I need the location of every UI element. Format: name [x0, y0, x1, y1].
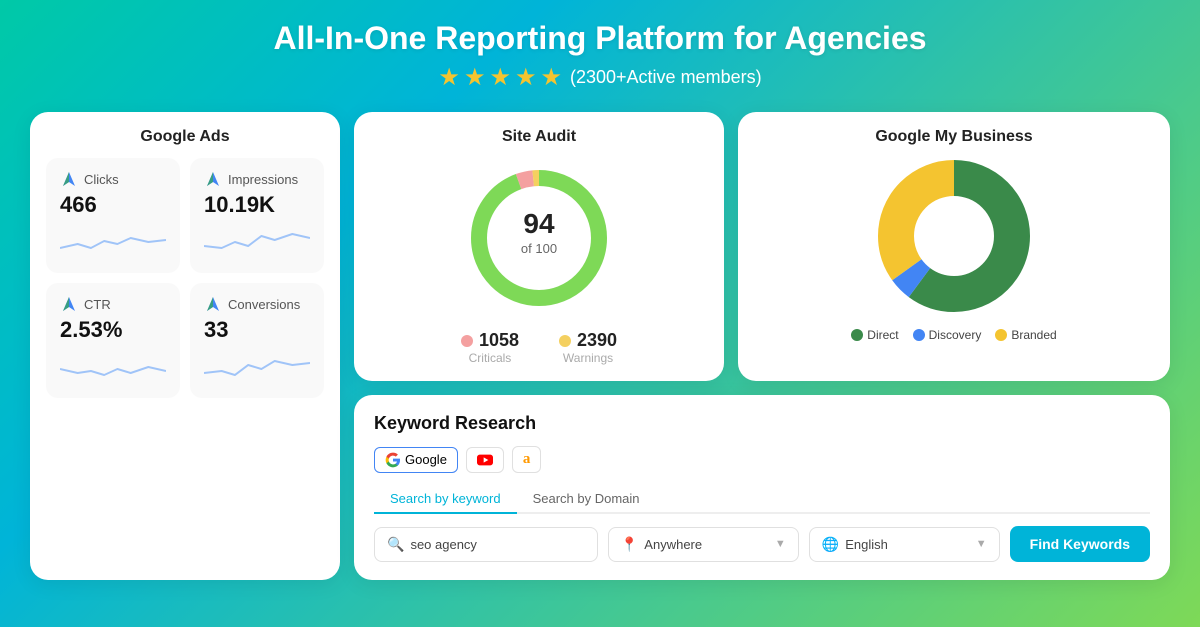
svg-text:of 100: of 100: [521, 241, 557, 256]
legend-dot-direct: [851, 329, 863, 341]
gmb-title: Google My Business: [754, 128, 1154, 146]
warnings-label: Warnings: [559, 351, 617, 365]
search-tabs: Search by keyword Search by Domain: [374, 485, 1150, 514]
impressions-value: 10.19K: [204, 192, 310, 218]
star-4: ★: [515, 63, 537, 92]
ctr-value: 2.53%: [60, 317, 166, 343]
audit-stats: 1058 Criticals 2390 Warnings: [370, 330, 708, 365]
criticals-stat: 1058 Criticals: [461, 330, 519, 365]
legend-label-branded: Branded: [1011, 328, 1056, 342]
svg-text:94: 94: [523, 208, 555, 239]
google-ads-icon-clicks: [60, 170, 78, 188]
warnings-value: 2390: [577, 330, 617, 351]
youtube-engine-btn[interactable]: [466, 447, 504, 473]
clicks-value: 466: [60, 192, 166, 218]
star-5: ★: [540, 63, 562, 92]
keyword-research-title: Keyword Research: [374, 413, 1150, 434]
site-audit-donut-container: 94 of 100: [370, 158, 708, 318]
location-icon: 📍: [621, 536, 638, 553]
star-3: ★: [489, 63, 511, 92]
gmb-legend: Direct Discovery Branded: [754, 328, 1154, 342]
google-ads-icon-ctr: [60, 295, 78, 313]
google-engine-label: Google: [405, 452, 447, 467]
ctr-label: CTR: [60, 295, 166, 313]
page-wrapper: All-In-One Reporting Platform for Agenci…: [0, 0, 1200, 627]
criticals-value: 1058: [479, 330, 519, 351]
impressions-label: Impressions: [204, 170, 310, 188]
legend-label-direct: Direct: [867, 328, 898, 342]
legend-discovery: Discovery: [913, 328, 982, 342]
conversions-metric: Conversions 33: [190, 283, 324, 398]
hero-subtitle: ★ ★ ★ ★ ★ (2300+Active members): [438, 63, 761, 92]
language-icon: 🌐: [822, 536, 839, 553]
search-icon: 🔍: [387, 536, 404, 553]
location-chevron-icon: ▼: [775, 538, 786, 550]
keyword-input[interactable]: [410, 537, 584, 552]
youtube-icon: [477, 452, 493, 468]
legend-label-discovery: Discovery: [929, 328, 982, 342]
star-rating: ★ ★ ★ ★ ★: [438, 63, 562, 92]
clicks-sparkline: [60, 226, 166, 256]
conversions-sparkline: [204, 351, 310, 381]
keyword-research-card: Keyword Research Google: [354, 395, 1170, 580]
star-1: ★: [438, 63, 460, 92]
search-inputs: 🔍 📍 ▼ 🌐 ▼ Find Keywords: [374, 526, 1150, 562]
google-ads-title: Google Ads: [46, 128, 324, 146]
legend-direct: Direct: [851, 328, 898, 342]
search-engines: Google a: [374, 446, 1150, 473]
language-field: 🌐 ▼: [809, 527, 1000, 562]
criticals-label: Criticals: [461, 351, 519, 365]
legend-branded: Branded: [995, 328, 1056, 342]
svg-text:All Searches: All Searches: [921, 221, 987, 233]
ctr-sparkline: [60, 351, 166, 381]
gmb-card: Google My Business All Searches 49340: [738, 112, 1170, 381]
language-chevron-icon: ▼: [976, 538, 987, 550]
amazon-label: a: [523, 451, 531, 468]
google-ads-icon-impressions: [204, 170, 222, 188]
clicks-label: Clicks: [60, 170, 166, 188]
location-input[interactable]: [644, 537, 769, 552]
amazon-engine-btn[interactable]: a: [512, 446, 542, 473]
site-audit-donut: 94 of 100: [459, 158, 619, 318]
gmb-donut: All Searches 49340: [864, 158, 1044, 318]
impressions-sparkline: [204, 226, 310, 256]
tab-search-by-domain[interactable]: Search by Domain: [517, 485, 656, 514]
warnings-dot: [559, 335, 571, 347]
site-audit-card: Site Audit 94 of 100: [354, 112, 724, 381]
dashboard-grid: Google Ads Clicks 466: [30, 112, 1170, 580]
site-audit-title: Site Audit: [370, 128, 708, 146]
google-ads-card: Google Ads Clicks 466: [30, 112, 340, 580]
location-field: 📍 ▼: [608, 527, 799, 562]
hero-title: All-In-One Reporting Platform for Agenci…: [273, 20, 926, 57]
find-keywords-button[interactable]: Find Keywords: [1010, 526, 1150, 562]
warnings-stat: 2390 Warnings: [559, 330, 617, 365]
google-engine-btn[interactable]: Google: [374, 447, 458, 473]
google-ads-icon-conversions: [204, 295, 222, 313]
impressions-metric: Impressions 10.19K: [190, 158, 324, 273]
svg-text:49340: 49340: [936, 234, 972, 249]
keyword-search-field: 🔍: [374, 527, 598, 562]
legend-dot-discovery: [913, 329, 925, 341]
conversions-label: Conversions: [204, 295, 310, 313]
members-text: (2300+Active members): [570, 67, 762, 88]
language-input[interactable]: [845, 537, 970, 552]
ads-metrics-grid: Clicks 466 Impressions: [46, 158, 324, 398]
conversions-value: 33: [204, 317, 310, 343]
google-logo-icon: [385, 452, 401, 468]
star-2: ★: [464, 63, 486, 92]
legend-dot-branded: [995, 329, 1007, 341]
tab-search-by-keyword[interactable]: Search by keyword: [374, 485, 517, 514]
criticals-dot: [461, 335, 473, 347]
gmb-donut-container: All Searches 49340: [754, 158, 1154, 318]
clicks-metric: Clicks 466: [46, 158, 180, 273]
ctr-metric: CTR 2.53%: [46, 283, 180, 398]
